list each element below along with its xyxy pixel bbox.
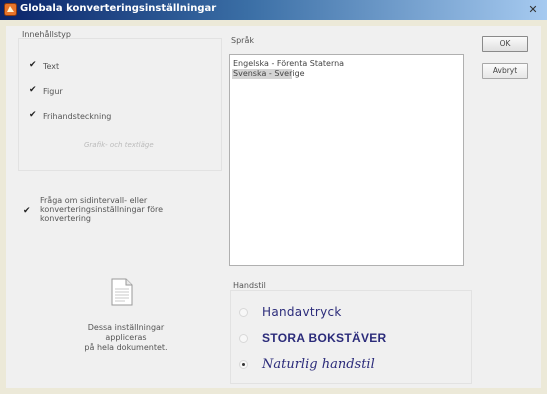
window-title: Globala konverteringsinställningar <box>20 3 217 14</box>
ok-button[interactable]: OK <box>482 36 528 52</box>
document-icon <box>111 278 133 306</box>
checkbox-figure-box[interactable] <box>29 85 38 96</box>
language-label: Språk <box>231 36 254 45</box>
radio-handavtryck[interactable]: Handavtryck <box>239 305 342 319</box>
radio-naturlig-handstil-circle[interactable] <box>239 360 248 369</box>
checkbox-text[interactable]: Text <box>29 60 60 72</box>
radio-naturlig-handstil[interactable]: Naturlig handstil <box>239 357 375 372</box>
cancel-button[interactable]: Avbryt <box>482 63 528 79</box>
close-icon[interactable]: ✕ <box>525 2 541 17</box>
checkbox-figure-label: Figur <box>43 87 63 96</box>
language-option-swedish[interactable]: Svenska - Sverige <box>232 69 305 79</box>
dialog-window: Globala konverteringsinställningar ✕ Inn… <box>0 0 547 394</box>
radio-naturlig-handstil-label: Naturlig handstil <box>262 357 375 372</box>
content-type-label: Innehållstyp <box>22 30 71 39</box>
content-type-group <box>18 38 222 171</box>
ask-option-label: Fråga om sidintervall- eller konverterin… <box>40 196 164 223</box>
language-option-english[interactable]: Engelska - Förenta Staterna <box>232 59 462 69</box>
checkbox-text-label: Text <box>43 62 60 71</box>
ask-option-checkbox[interactable] <box>23 206 32 217</box>
radio-stora-bokstaver-label: STORA BOKSTÄVER <box>262 331 387 345</box>
dialog-body: Innehållstyp Text Figur Frihandsteckning… <box>6 26 541 388</box>
handwriting-label: Handstil <box>233 281 266 290</box>
language-listbox[interactable]: Engelska - Förenta Staterna Svenska - Sv… <box>229 54 464 266</box>
radio-handavtryck-label: Handavtryck <box>262 305 342 319</box>
checkbox-figure[interactable]: Figur <box>29 85 63 97</box>
radio-stora-bokstaver-circle[interactable] <box>239 333 248 343</box>
checkbox-freehand[interactable]: Frihandsteckning <box>29 110 112 122</box>
radio-handavtryck-circle[interactable] <box>239 307 248 317</box>
radio-stora-bokstaver[interactable]: STORA BOKSTÄVER <box>239 331 387 345</box>
graphics-text-mode-button: Grafik- och textläge <box>84 141 154 149</box>
checkbox-freehand-box[interactable] <box>29 110 38 121</box>
settings-note: Dessa inställningar appliceras på hela d… <box>84 323 168 352</box>
checkbox-text-box[interactable] <box>29 60 38 71</box>
checkbox-freehand-label: Frihandsteckning <box>43 112 112 121</box>
app-icon <box>4 3 17 16</box>
title-bar[interactable]: Globala konverteringsinställningar ✕ <box>0 0 547 20</box>
ask-option[interactable]: Fråga om sidintervall- eller konverterin… <box>23 196 194 223</box>
